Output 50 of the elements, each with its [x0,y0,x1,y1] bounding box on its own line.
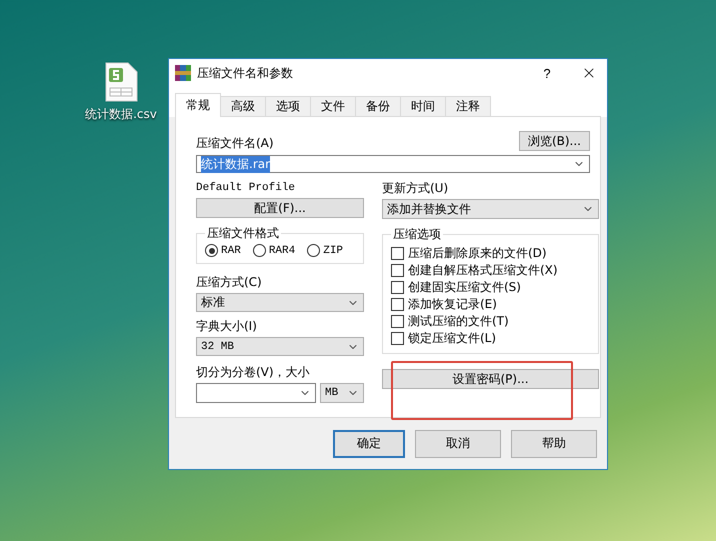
volume-size-field[interactable] [196,383,316,403]
profile-label: Default Profile [196,181,296,195]
checkbox[interactable] [391,315,404,328]
checkbox-option[interactable]: 压缩后删除原来的文件(D) [391,245,590,262]
radio-option[interactable]: ZIP [307,244,344,257]
checkbox-option[interactable]: 创建自解压格式压缩文件(X) [391,262,590,279]
tab[interactable]: 文件 [310,96,356,117]
tab[interactable]: 高级 [220,96,266,117]
checkbox[interactable] [391,264,404,277]
group-title: 压缩选项 [392,226,442,243]
field-label: 切分为分卷(V)，大小 [196,365,311,380]
unit-dropdown[interactable]: MB [320,383,364,403]
dictionary-dropdown[interactable]: 32 MB [196,337,364,356]
window-title: 压缩文件名和参数 [197,64,294,82]
checkbox[interactable] [391,247,404,260]
dialog-button[interactable]: 帮助 [511,430,597,458]
archive-app-icon [175,65,191,81]
browse-button[interactable]: 浏览(B)... [518,131,590,151]
checkbox[interactable] [391,281,404,294]
profile-button[interactable]: 配置(F)... [196,198,364,218]
checkbox[interactable] [391,298,404,311]
tab[interactable]: 注释 [445,96,491,117]
checkbox-option[interactable]: 创建固实压缩文件(S) [391,279,590,296]
tab[interactable]: 选项 [265,96,311,117]
dialog-button[interactable]: 确定 [333,430,405,458]
update-mode-dropdown[interactable]: 添加并替换文件 [382,199,599,219]
help-button[interactable]: ? [529,59,565,87]
set-password-button[interactable]: 设置密码(P)... [382,369,599,389]
file-name: 统计数据.csv [85,106,157,123]
group-title: 压缩文件格式 [206,225,280,242]
radio-button[interactable] [307,244,320,257]
archive-name-field[interactable]: 统计数据.rar [196,155,590,173]
dialog-button[interactable]: 取消 [415,430,501,458]
field-label: 更新方式(U) [382,181,450,196]
tab[interactable]: 时间 [400,96,446,117]
radio-option[interactable]: RAR [205,244,241,257]
radio-button[interactable] [252,244,266,257]
checkbox-option[interactable]: 测试压缩的文件(T) [391,313,590,330]
radio-button[interactable] [205,244,218,257]
radio-option[interactable]: RAR4 [252,244,296,257]
field-label: 字典大小(I) [196,319,258,334]
checkbox-option[interactable]: 添加恢复记录(E) [391,296,590,313]
checkbox[interactable] [391,332,404,345]
field-label: 压缩方式(C) [196,275,263,290]
tab[interactable]: 备份 [355,96,401,117]
method-dropdown[interactable]: 标准 [196,293,364,312]
checkbox-option[interactable]: 锁定压缩文件(L) [391,330,590,347]
tab[interactable]: 常规 [175,93,221,117]
field-label: 压缩文件名(A) [196,136,274,151]
spreadsheet-file-icon[interactable] [104,62,138,102]
